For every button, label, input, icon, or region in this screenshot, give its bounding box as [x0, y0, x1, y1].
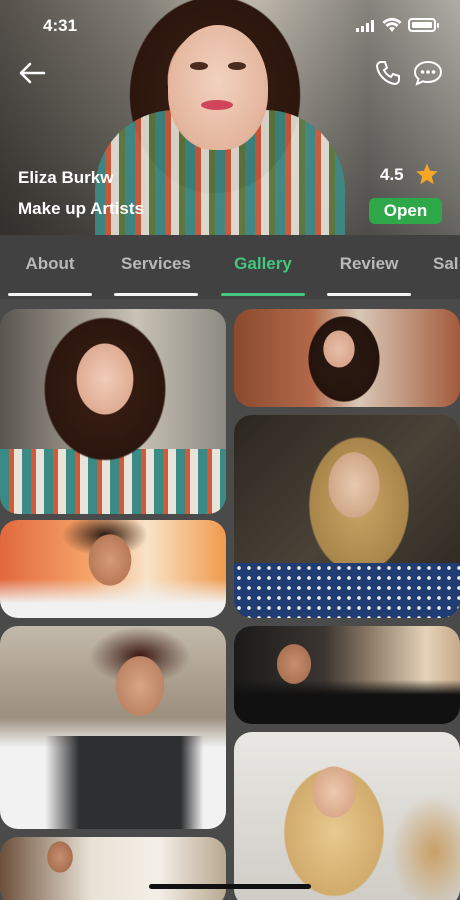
tab-services[interactable]: Services — [114, 235, 198, 299]
back-arrow-icon[interactable] — [18, 60, 46, 86]
hero-photo-eye — [228, 62, 246, 70]
tab-underline — [221, 293, 305, 296]
status-bar: 4:31 — [0, 0, 460, 50]
gallery-photo[interactable] — [0, 309, 226, 514]
hero-photo-eye — [190, 62, 208, 70]
profile-hero: 4:31 Eliza Burkw Make up Artists 4.5 Ope… — [0, 0, 460, 235]
artist-name: Eliza Burkw — [18, 168, 114, 187]
tab-salon[interactable]: Sal — [424, 235, 460, 299]
phone-icon[interactable] — [375, 60, 401, 86]
tab-underline — [114, 293, 198, 296]
gallery-photo[interactable] — [234, 415, 460, 618]
tab-label: About — [25, 254, 75, 273]
wifi-icon — [382, 17, 402, 32]
gallery-photo[interactable] — [0, 837, 226, 900]
tab-gallery[interactable]: Gallery — [221, 235, 305, 299]
photo-detail — [234, 563, 460, 618]
artist-profession: Make up Artists — [18, 199, 144, 218]
star-icon — [416, 163, 438, 185]
gallery-photo[interactable] — [234, 732, 460, 900]
tab-underline — [8, 293, 92, 296]
tab-label: Services — [121, 254, 191, 273]
profile-tab-bar: About Services Gallery Review Sal — [0, 235, 460, 299]
tab-label: Review — [339, 254, 399, 273]
tab-review[interactable]: Review — [327, 235, 411, 299]
status-time: 4:31 — [43, 16, 78, 35]
gallery-photo[interactable] — [234, 626, 460, 724]
gallery-photo[interactable] — [0, 520, 226, 618]
tab-label: Gallery — [234, 254, 292, 273]
chat-bubble-icon[interactable] — [413, 60, 443, 86]
tab-underline — [327, 293, 411, 296]
gallery-grid — [0, 299, 460, 900]
rating-value: 4.5 — [380, 165, 404, 184]
signal-icon — [356, 20, 374, 32]
home-indicator — [149, 884, 311, 889]
open-status-badge: Open — [369, 198, 442, 224]
tab-label: Sal — [433, 254, 459, 273]
hero-photo-lips — [201, 100, 233, 110]
battery-icon — [408, 18, 439, 32]
gallery-photo[interactable] — [234, 309, 460, 407]
tab-about[interactable]: About — [8, 235, 92, 299]
gallery-photo[interactable] — [0, 626, 226, 829]
